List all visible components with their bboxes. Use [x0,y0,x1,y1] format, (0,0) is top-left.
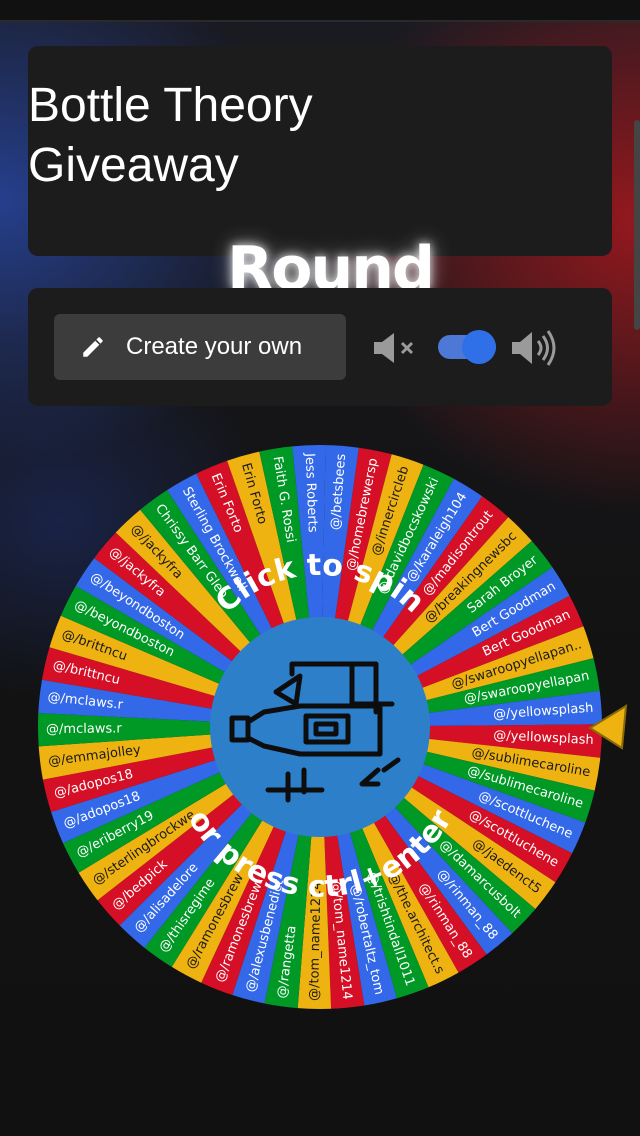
wheel-entry-label: Jess Roberts [302,452,320,533]
spin-wheel[interactable]: @/betsbees@/homebrewersp@/innercircleb@/… [0,0,640,1136]
wheel-entry-label: @/mclaws.r [46,721,122,737]
wheel-pointer-arrow [588,704,628,750]
wheel-hub [210,617,430,837]
